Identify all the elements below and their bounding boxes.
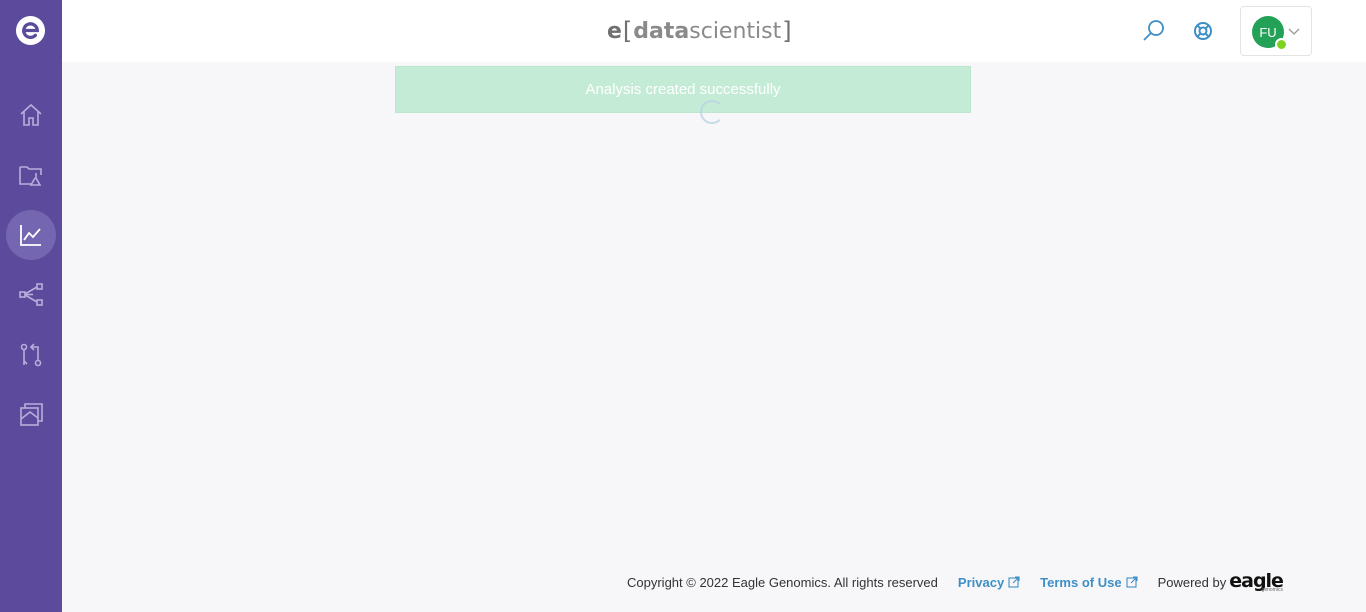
page-footer: Copyright © 2022 Eagle Genomics. All rig…	[627, 571, 1284, 593]
loading-spinner	[700, 100, 724, 124]
privacy-link[interactable]: Privacy	[958, 575, 1020, 590]
terms-link-label: Terms of Use	[1040, 574, 1122, 590]
online-status-dot	[1275, 38, 1288, 51]
powered-by-text: Powered by	[1157, 574, 1227, 590]
help-lifebuoy-icon[interactable]	[1191, 19, 1215, 43]
sidebar-item-workflows[interactable]	[6, 270, 56, 320]
eagle-genomics-logo[interactable]: eagle genomics	[1229, 571, 1284, 593]
sidebar-item-reports[interactable]	[6, 390, 56, 440]
search-icon[interactable]	[1142, 19, 1166, 43]
workflow-share-icon	[19, 283, 43, 306]
success-toast[interactable]: Analysis created successfully	[395, 66, 971, 113]
external-link-icon	[1126, 576, 1138, 588]
brand-bracket-open: [	[622, 17, 633, 45]
sidebar-item-home[interactable]	[6, 90, 56, 140]
analysis-chart-icon	[20, 225, 41, 246]
avatar-initials: FU	[1259, 24, 1277, 40]
copyright-text: Copyright © 2022 Eagle Genomics. All rig…	[627, 574, 938, 590]
sidebar	[0, 0, 62, 612]
compare-icon	[20, 343, 42, 367]
privacy-link-label: Privacy	[957, 574, 1005, 590]
sidebar-item-data[interactable]	[6, 150, 56, 200]
brand-scientist: scientist	[689, 18, 782, 44]
chevron-down-icon	[1288, 28, 1300, 35]
sidebar-item-analysis[interactable]	[6, 210, 56, 260]
brand-e: e	[607, 18, 622, 44]
brand-data: data	[633, 18, 690, 44]
terms-link[interactable]: Terms of Use	[1040, 574, 1138, 590]
brand-bracket-close: ]	[782, 17, 792, 45]
reports-icon	[20, 403, 43, 426]
data-folder-icon	[19, 166, 42, 186]
powered-by: Powered by eagle genomics	[1157, 571, 1284, 593]
eagle-e-logo-icon[interactable]	[15, 15, 46, 46]
sidebar-item-compare[interactable]	[6, 330, 56, 380]
eagle-logo-sub: genomics	[1261, 586, 1283, 593]
external-link-icon	[1008, 576, 1020, 588]
app-brand-logo[interactable]: e [ data scientist ]	[607, 14, 793, 48]
user-menu-button[interactable]: FU	[1240, 6, 1312, 56]
toast-message: Analysis created successfully	[585, 81, 781, 98]
home-icon	[20, 103, 42, 126]
